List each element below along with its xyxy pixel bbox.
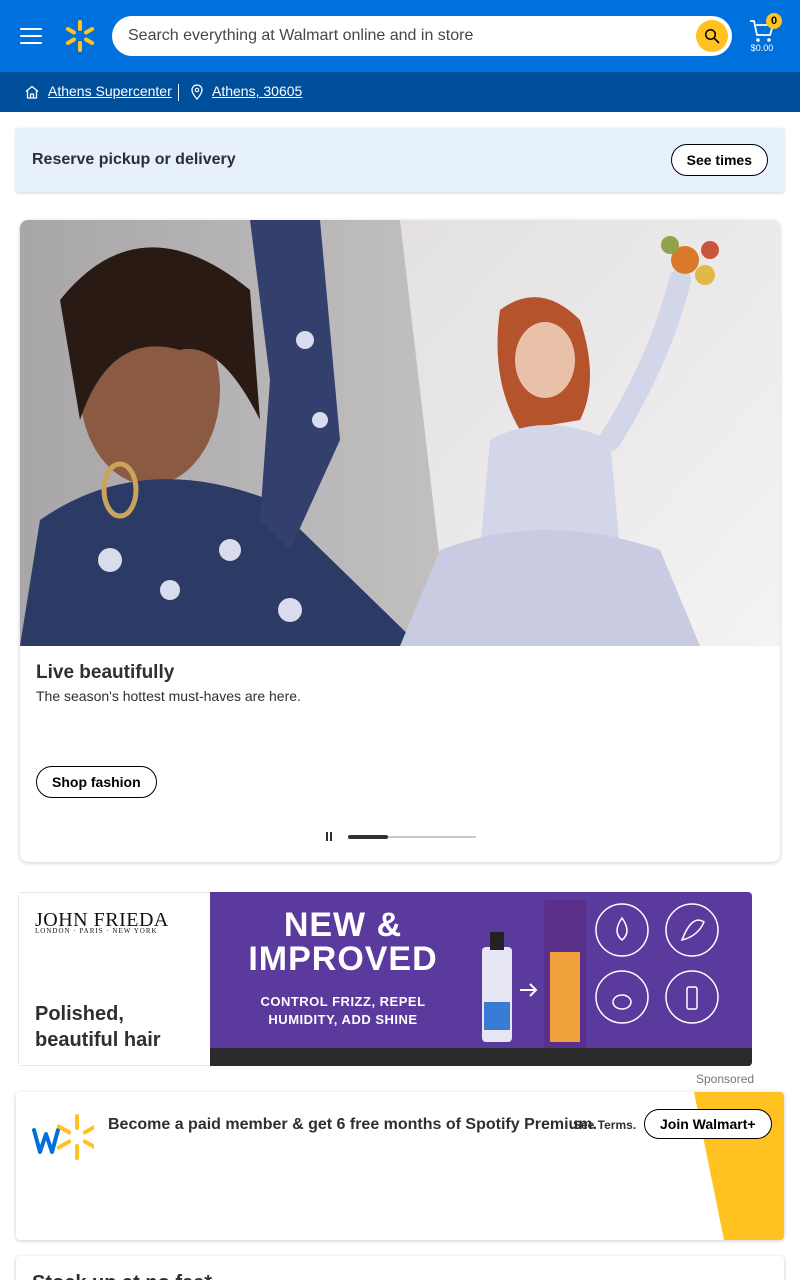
store-location-bar: Athens Supercenter Athens, 30605 [0,72,800,112]
sponsored-label: Sponsored [696,1072,755,1086]
hero-subtitle: The season's hottest must-haves are here… [36,688,301,704]
sponsor-ad-image: NEW & IMPROVED CONTROL FRIZZ, REPEL HUMI… [210,892,752,1066]
next-section-card: Stock up at no fee* [16,1256,784,1280]
brand-subline: LONDON · PARIS · NEW YORK [35,927,158,935]
hamburger-menu-icon[interactable] [18,24,46,48]
carousel-pause-icon[interactable] [323,830,335,844]
ad-headline-line2: IMPROVED [248,940,438,978]
sponsor-info-panel: JOHN FRIEDA LONDON · PARIS · NEW YORK Po… [18,892,210,1066]
cart-count-badge: 0 [766,13,782,29]
sponsored-banner[interactable]: JOHN FRIEDA LONDON · PARIS · NEW YORK Po… [18,892,752,1066]
search-bar [112,16,732,56]
hero-title: Live beautifully [36,662,175,683]
carousel-progress-track [348,835,476,839]
sponsor-ad-footer-strip [210,1048,752,1066]
search-icon [704,28,720,44]
store-bar-divider [178,84,179,101]
reserve-label: Reserve pickup or delivery [32,151,236,168]
location-pin-icon [191,84,203,100]
carousel-progress-fill [348,835,388,839]
walmart-spark-logo[interactable] [62,18,98,54]
fashion-hero-image[interactable] [20,220,780,646]
reserve-pickup-banner: Reserve pickup or delivery See times [16,128,784,192]
cart-total: $0.00 [750,43,774,53]
hero-carousel-card: Live beautifully The season's hottest mu… [20,220,780,862]
search-input[interactable] [128,16,688,56]
store-name-link[interactable]: Athens Supercenter [48,83,172,99]
next-section-title: Stock up at no fee* [32,1272,212,1280]
sponsor-title: Polished, beautiful hair [35,1003,161,1051]
top-header: 0 $0.00 [0,0,800,72]
search-button[interactable] [696,20,728,52]
walmart-plus-offer-text: Become a paid member & get 6 free months… [108,1116,597,1133]
join-walmart-plus-button[interactable]: Join Walmart+ [644,1109,772,1139]
see-times-button[interactable]: See times [670,144,768,176]
store-home-icon [25,85,39,99]
ad-tagline-line2: HUMIDITY, ADD SHINE [268,1012,418,1027]
location-link[interactable]: Athens, 30605 [212,83,302,99]
see-terms-link[interactable]: See Terms. [573,1118,636,1132]
cart-button[interactable]: 0 $0.00 [746,12,782,58]
product-bottles-image [482,900,719,1060]
shop-fashion-button[interactable]: Shop fashion [36,766,157,798]
walmart-plus-logo [32,1114,94,1160]
walmart-plus-promo: Become a paid member & get 6 free months… [16,1092,784,1240]
ad-tagline-line1: CONTROL FRIZZ, REPEL [260,994,426,1009]
